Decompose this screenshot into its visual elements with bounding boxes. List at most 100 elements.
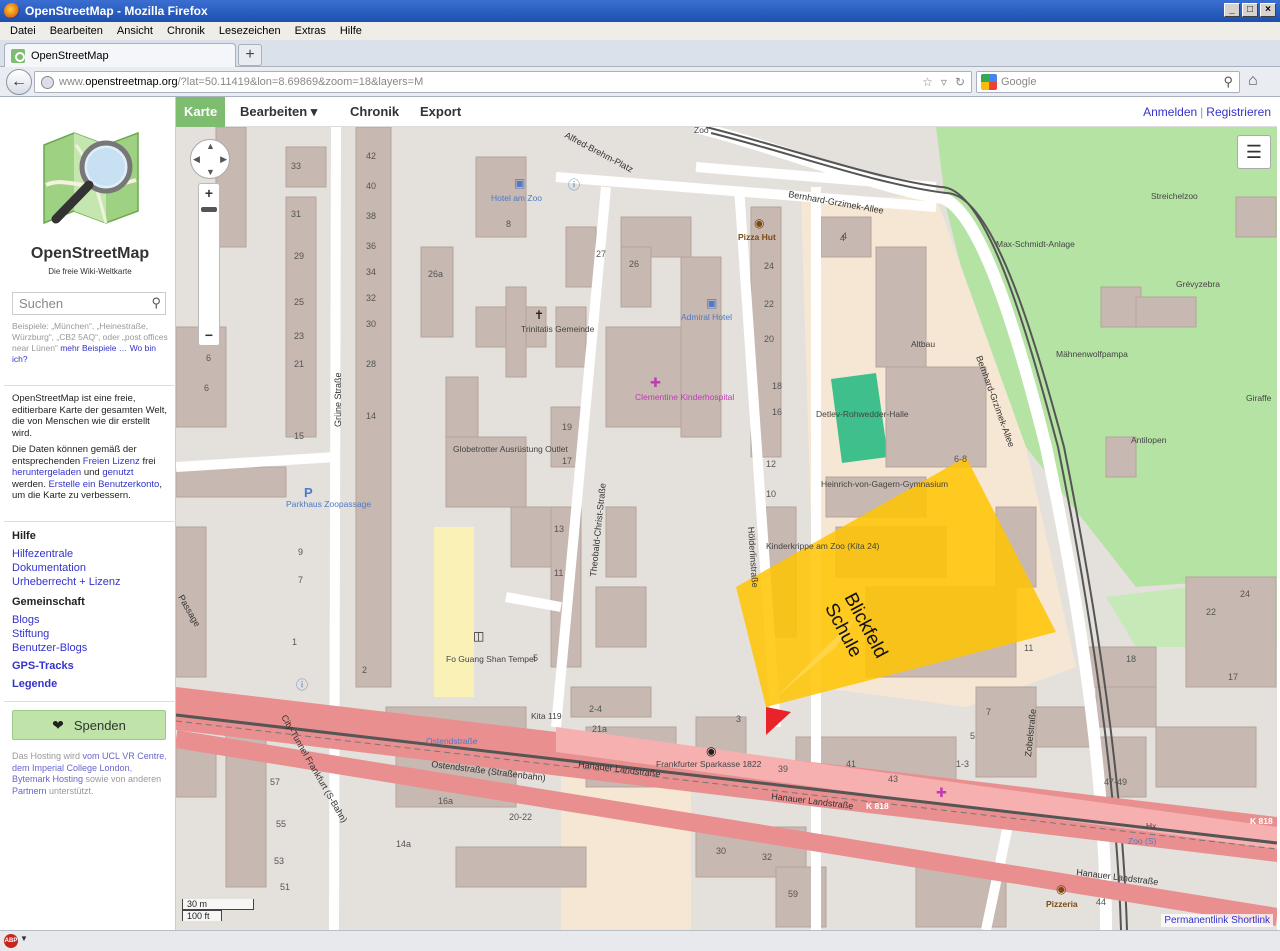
layers-button[interactable]: ☰: [1237, 135, 1271, 169]
map-view[interactable]: 33 31 29 27 25 23 21 19 17 15 13 11 9 7 …: [176, 127, 1277, 930]
tab-chronik[interactable]: Chronik: [342, 97, 407, 127]
house-number: 17: [1228, 672, 1238, 682]
menu-datei[interactable]: Datei: [10, 25, 36, 37]
house-number: 15: [294, 431, 304, 441]
license-link[interactable]: Freien Lizenz: [83, 456, 140, 467]
poi-label: Detlev-Rohwedder-Halle: [816, 409, 909, 419]
menu-bearbeiten[interactable]: Bearbeiten: [50, 25, 103, 37]
poi-label: Altbau: [911, 339, 935, 349]
house-number: 44: [1096, 897, 1106, 907]
partners-link[interactable]: Partnern: [12, 786, 47, 796]
help-center-link[interactable]: Hilfezentrale: [12, 547, 168, 561]
house-number: 41: [846, 759, 856, 769]
menu-lesezeichen[interactable]: Lesezeichen: [219, 25, 281, 37]
close-button[interactable]: ×: [1260, 3, 1276, 17]
house-number: 22: [764, 299, 774, 309]
login-link[interactable]: Anmelden: [1143, 105, 1197, 119]
help-heading: Hilfe: [12, 530, 36, 542]
map-canvas[interactable]: 33 31 29 27 25 23 21 19 17 15 13 11 9 7 …: [176, 127, 1277, 930]
tab-karte[interactable]: Karte: [176, 97, 226, 127]
info-icon: ⓘ: [568, 178, 580, 192]
hosting-text-part: Das Hosting wird: [12, 751, 83, 761]
hosting-text-part: sowie von anderen: [83, 774, 162, 784]
menu-hilfe[interactable]: Hilfe: [340, 25, 362, 37]
use-link[interactable]: genutzt: [102, 467, 133, 478]
window-title: OpenStreetMap - Mozilla Firefox: [25, 4, 208, 18]
globe-icon: [41, 75, 54, 89]
search-icon[interactable]: ⚲: [1223, 74, 1233, 90]
foundation-link[interactable]: Stiftung: [12, 627, 168, 641]
browser-tab[interactable]: OpenStreetMap: [4, 43, 236, 67]
pan-right-icon[interactable]: ▶: [220, 154, 227, 165]
gps-tracks-link[interactable]: GPS-Tracks: [12, 659, 168, 673]
house-number: 22: [1206, 607, 1216, 617]
bytemark-link[interactable]: Bytemark Hosting: [12, 774, 83, 784]
poi-label: Streichelzoo: [1151, 191, 1198, 201]
url-bar[interactable]: www. openstreetmap.org/?lat=50.11419&lon=…: [34, 71, 972, 93]
layers-icon: ☰: [1245, 142, 1263, 162]
blogs-link[interactable]: Blogs: [12, 613, 168, 627]
adblock-icon[interactable]: ABP: [4, 934, 18, 948]
url-path: /?lat=50.11419&lon=8.69869&zoom=18&layer…: [177, 76, 424, 88]
osm-logo[interactable]: [36, 125, 146, 235]
house-number: 6: [206, 353, 211, 363]
tab-export[interactable]: Export: [412, 97, 469, 127]
house-number: 2: [362, 665, 367, 675]
house-number: 6: [204, 383, 209, 393]
search-input[interactable]: Suchen ⚲: [12, 292, 166, 315]
user-blogs-link[interactable]: Benutzer-Blogs: [12, 641, 168, 655]
site-title: OpenStreetMap: [30, 245, 150, 262]
home-icon[interactable]: ⌂: [1248, 72, 1258, 90]
menu-extras[interactable]: Extras: [295, 25, 326, 37]
map-header: Karte Bearbeiten ▾ Chronik Export Anmeld…: [176, 97, 1277, 127]
shortlink-link[interactable]: Shortlink: [1231, 915, 1270, 926]
reload-icon[interactable]: ↻: [955, 75, 965, 89]
permalink-link[interactable]: Permanentlink: [1164, 915, 1228, 926]
back-button[interactable]: ←: [6, 69, 32, 95]
poi-label: K 818: [866, 801, 889, 811]
house-number: 32: [366, 293, 376, 303]
house-number: 30: [716, 846, 726, 856]
search-input-placeholder: Suchen: [19, 296, 64, 311]
firefox-icon: [4, 3, 20, 19]
maximize-button[interactable]: □: [1242, 3, 1258, 17]
poi-label: Grévyzebra: [1176, 279, 1220, 289]
ucl-link[interactable]: vom UCL VR Centre: [83, 751, 165, 761]
house-number: 33: [291, 161, 301, 171]
donate-button[interactable]: ❤ Spenden: [12, 710, 166, 740]
zoom-in-button[interactable]: +: [199, 185, 219, 201]
chevron-down-icon[interactable]: ▼: [20, 934, 28, 943]
search-bar[interactable]: Google ⚲: [976, 71, 1240, 93]
minimize-button[interactable]: _: [1224, 3, 1240, 17]
register-link[interactable]: Registrieren: [1206, 105, 1271, 119]
pan-left-icon[interactable]: ◀: [193, 154, 200, 165]
more-examples-link[interactable]: mehr Beispiele …: [60, 343, 127, 353]
pan-control[interactable]: ▲ ▼ ◀ ▶: [190, 139, 230, 179]
url-host: openstreetmap.org: [85, 76, 178, 88]
legend-link[interactable]: Legende: [12, 677, 168, 691]
search-icon[interactable]: ⚲: [151, 295, 161, 311]
new-tab-button[interactable]: +: [238, 44, 262, 66]
poi-label: Antilopen: [1131, 435, 1167, 445]
house-number: 10: [766, 489, 776, 499]
menu-ansicht[interactable]: Ansicht: [117, 25, 153, 37]
imperial-link[interactable]: dem Imperial College London: [12, 763, 130, 773]
house-number: 47-49: [1104, 777, 1127, 787]
menu-chronik[interactable]: Chronik: [167, 25, 205, 37]
house-number: 12: [766, 459, 776, 469]
pan-down-icon[interactable]: ▼: [206, 167, 215, 177]
search-examples: Beispiele: „München“, „Heinestraße, Würz…: [12, 321, 168, 365]
bookmark-star-icon[interactable]: ☆: [922, 75, 933, 89]
auth-links: Anmelden | Registrieren: [1143, 105, 1271, 119]
documentation-link[interactable]: Dokumentation: [12, 561, 168, 575]
create-account-link[interactable]: Erstelle ein Benutzerkonto: [48, 479, 159, 490]
pan-up-icon[interactable]: ▲: [206, 141, 215, 151]
zoom-out-button[interactable]: −: [199, 327, 219, 343]
tab-bearbeiten[interactable]: Bearbeiten ▾: [232, 97, 325, 127]
house-number: 1-3: [956, 759, 969, 769]
zoom-thumb[interactable]: [201, 207, 217, 212]
copyright-link[interactable]: Urheberrecht + Lizenz: [12, 575, 168, 589]
dropdown-arrow-icon[interactable]: ▿: [941, 75, 947, 89]
zoom-slider[interactable]: + −: [198, 183, 220, 346]
download-link[interactable]: heruntergeladen: [12, 467, 81, 478]
